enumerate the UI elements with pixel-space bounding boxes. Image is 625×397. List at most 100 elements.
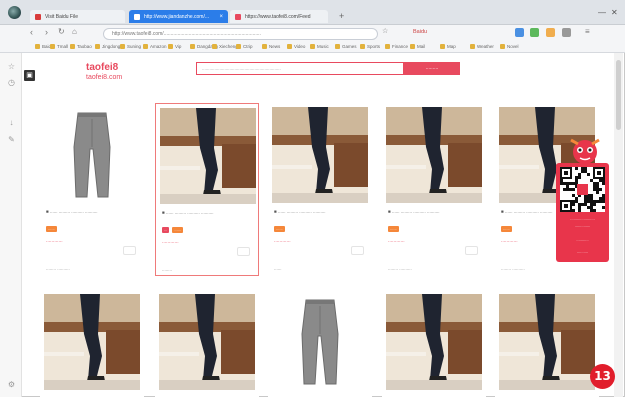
seller-name[interactable]: ........ .......... <box>388 266 412 271</box>
product-title[interactable]: ■ ...... ......... .......... .......... <box>46 209 138 221</box>
browser-logo-icon[interactable] <box>8 6 21 19</box>
home-icon[interactable]: ⌂ <box>72 27 77 36</box>
search-engine-label[interactable]: Baidu <box>413 29 427 35</box>
bookmark-item[interactable]: Novel <box>500 44 519 49</box>
downloads-icon[interactable] <box>562 28 571 37</box>
product-image[interactable] <box>386 107 482 203</box>
bookmark-label: News <box>269 44 281 49</box>
bookmark-item[interactable]: Xiecheng <box>212 44 238 49</box>
product-image[interactable] <box>499 294 595 390</box>
bookmark-label: Xiecheng <box>219 44 238 49</box>
download-icon[interactable]: ↓ <box>7 118 16 127</box>
product-image[interactable] <box>44 294 140 390</box>
new-tab-button[interactable]: + <box>339 11 344 21</box>
bookmark-folder-icon <box>120 44 125 49</box>
product-price: ............ <box>162 239 179 245</box>
bookmark-item[interactable]: Games <box>335 44 357 49</box>
product-card[interactable]: ■ ...... ......... .......... ..........… <box>40 103 144 276</box>
bookmark-item[interactable]: Taobao <box>70 44 92 49</box>
extension-icon[interactable] <box>530 28 539 37</box>
bookmark-item[interactable]: Suning <box>120 44 141 49</box>
seller-name[interactable]: ........ <box>162 267 172 272</box>
page-search-input[interactable]: ........................................… <box>196 62 404 75</box>
bookmark-folder-icon <box>360 44 365 49</box>
tab-1[interactable]: Visit Baidu File <box>30 10 125 23</box>
note-icon[interactable]: ✎ <box>7 135 16 144</box>
qr-code-icon <box>560 167 605 212</box>
bookmark-label: Suning <box>127 44 142 49</box>
close-tab-icon[interactable]: × <box>219 14 223 20</box>
settings-icon[interactable]: ⚙ <box>7 380 16 389</box>
qr-text-line: .............. <box>574 223 591 228</box>
bookmark-folder-icon <box>35 44 40 49</box>
product-title[interactable]: ■ ...... ......... .......... .......... <box>162 210 254 222</box>
bookmark-label: Weather <box>477 44 494 49</box>
product-image[interactable] <box>159 294 255 390</box>
product-image[interactable] <box>160 108 256 204</box>
product-card[interactable] <box>495 290 599 397</box>
shop-icon[interactable] <box>237 247 250 256</box>
extension-icon[interactable] <box>546 28 555 37</box>
shop-icon[interactable] <box>123 246 136 255</box>
product-card[interactable]: ■ ...... ......... .......... ..........… <box>268 103 372 276</box>
shop-icon[interactable] <box>351 246 364 255</box>
product-image[interactable] <box>272 294 368 390</box>
refresh-icon[interactable]: ↻ <box>58 27 65 36</box>
forward-icon[interactable]: › <box>45 27 48 37</box>
bookmark-item[interactable]: Mail <box>410 44 425 49</box>
bookmark-item[interactable]: Finance <box>385 44 408 49</box>
page-search-button[interactable]: ......... <box>404 62 460 75</box>
bookmark-item[interactable]: Weather <box>470 44 494 49</box>
bookmark-item[interactable]: Video <box>287 44 305 49</box>
product-image[interactable] <box>386 294 482 390</box>
bookmark-item[interactable]: Music <box>310 44 329 49</box>
product-title[interactable]: ■ ...... ......... .......... .......... <box>274 209 366 221</box>
product-card[interactable]: ■ ...... ......... .......... ..........… <box>155 103 259 276</box>
coupon-badge: ...... <box>388 226 399 232</box>
bookmark-label: Music <box>317 44 329 49</box>
product-title[interactable]: ■ ...... ......... .......... .......... <box>388 209 480 221</box>
product-card[interactable] <box>268 290 372 397</box>
scrollbar-thumb[interactable] <box>616 60 621 130</box>
bookmark-item[interactable]: Amazon <box>143 44 167 49</box>
close-window-button[interactable]: ✕ <box>611 8 618 17</box>
product-card[interactable] <box>382 290 486 397</box>
product-card[interactable] <box>40 290 144 397</box>
seller-name[interactable]: ........ .......... <box>46 266 70 271</box>
coupon-badge: ...... <box>501 226 512 232</box>
bookmark-item[interactable]: Jingdong <box>95 44 120 49</box>
extension-icon[interactable] <box>515 28 524 37</box>
bookmark-item[interactable]: Sports <box>360 44 380 49</box>
bookmark-item[interactable]: Vip <box>168 44 181 49</box>
product-badges: ...... <box>388 226 399 232</box>
bookmark-item[interactable]: Tmall <box>50 44 68 49</box>
back-icon[interactable]: ‹ <box>30 27 33 37</box>
product-card[interactable]: ■ ...... ......... .......... ..........… <box>382 103 486 276</box>
bookmark-item[interactable]: Ctrip <box>236 44 253 49</box>
qr-promo-panel[interactable]: ...................... .............. ..… <box>556 163 609 262</box>
history-icon[interactable]: ◷ <box>7 78 16 87</box>
bookmark-folder-icon <box>470 44 475 49</box>
shop-icon[interactable] <box>465 246 478 255</box>
bookmark-item[interactable]: Map <box>440 44 456 49</box>
tab-2[interactable]: http://www.jiandanzhe.com/... × <box>129 10 228 23</box>
star-icon[interactable]: ☆ <box>382 27 388 35</box>
seller-name[interactable]: ........ .......... <box>501 266 525 271</box>
product-image[interactable] <box>272 107 368 203</box>
bookmark-folder-icon <box>236 44 241 49</box>
tab-favicon-icon <box>134 13 140 20</box>
taofei8-logo[interactable]: taofei8 taofei8.com <box>86 60 142 82</box>
product-image[interactable] <box>44 107 140 203</box>
tab-3[interactable]: https://www.taofei8.com/Feed <box>230 10 328 23</box>
menu-icon[interactable]: ≡ <box>585 27 590 36</box>
seller-name[interactable]: ...... <box>274 266 282 271</box>
cart-icon[interactable]: ▣ <box>24 70 35 81</box>
mascot-icon[interactable] <box>566 134 604 166</box>
bookmark-item[interactable]: News <box>262 44 280 49</box>
coupon-badge: ...... <box>172 227 184 233</box>
product-card[interactable] <box>155 290 259 397</box>
bookmark-label: Sports <box>367 44 381 49</box>
address-bar[interactable]: http://www.taofei8.com/.................… <box>103 28 378 40</box>
star-icon[interactable]: ☆ <box>7 62 16 71</box>
minimize-button[interactable]: — <box>598 8 606 17</box>
